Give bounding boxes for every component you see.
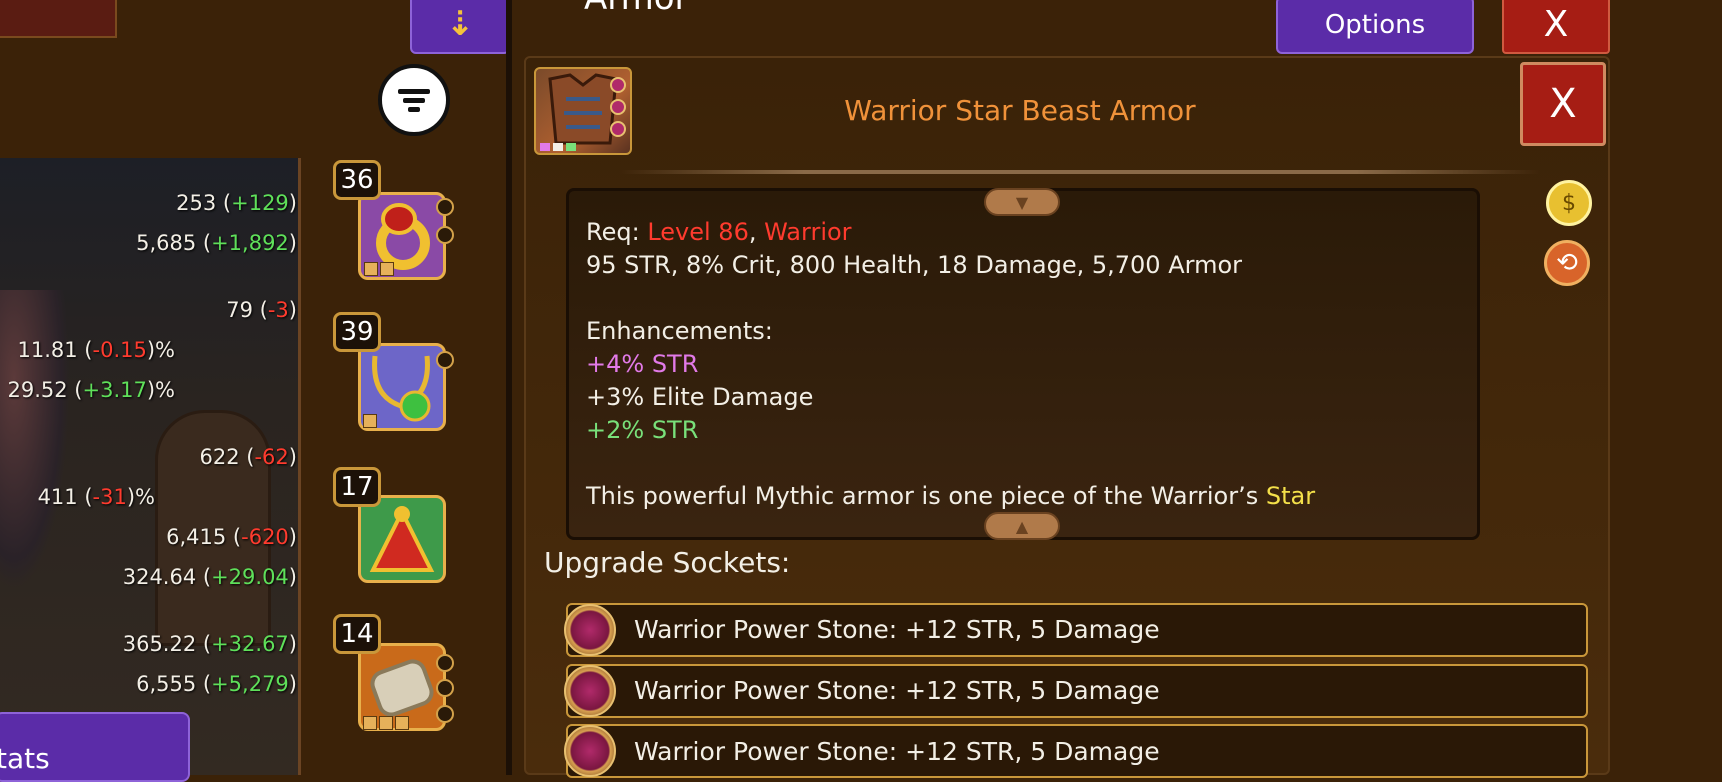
close-screen-button[interactable]: X bbox=[1502, 0, 1610, 54]
socket-label: Warrior Power Stone: +12 STR, 5 Damage bbox=[634, 676, 1160, 705]
socket-label: Warrior Power Stone: +12 STR, 5 Damage bbox=[634, 737, 1160, 766]
quality-pip bbox=[364, 262, 378, 276]
socket-label: Warrior Power Stone: +12 STR, 5 Damage bbox=[634, 615, 1160, 644]
stat-row: 79 (-3) bbox=[226, 298, 297, 322]
base-stats-line: 95 STR, 8% Crit, 800 Health, 18 Damage, … bbox=[586, 251, 1242, 279]
stat-row: 622 (-62) bbox=[199, 445, 297, 469]
enhancement-line: +2% STR bbox=[586, 416, 699, 444]
flavor-text: This powerful Mythic armor is one piece … bbox=[586, 482, 1316, 510]
sort-button[interactable]: ⇣ bbox=[410, 0, 510, 54]
trinket-icon bbox=[369, 506, 435, 572]
panel-divider bbox=[506, 0, 512, 775]
stat-row: 253 (+129) bbox=[176, 191, 297, 215]
enhancements-heading: Enhancements: bbox=[586, 317, 773, 345]
stat-row: 29.52 (+3.17)% bbox=[7, 378, 175, 402]
stat-row: 324.64 (+29.04) bbox=[122, 565, 297, 589]
stat-row: 365.22 (+32.67) bbox=[122, 632, 297, 656]
power-stone-icon bbox=[564, 604, 616, 656]
stats-button[interactable]: tats bbox=[0, 712, 190, 782]
socket-dot bbox=[436, 654, 454, 672]
quality-pip bbox=[363, 716, 377, 730]
close-popup-button[interactable]: X bbox=[1520, 62, 1606, 146]
screen-title: Armor bbox=[584, 0, 689, 18]
sell-gold-icon[interactable]: $ bbox=[1546, 180, 1592, 226]
stat-row: 6,415 (-620) bbox=[166, 525, 297, 549]
chevron-down-icon: ▼ bbox=[1015, 192, 1029, 212]
socket-dot bbox=[436, 705, 454, 723]
power-stone-icon bbox=[564, 665, 616, 717]
stat-row: 11.81 (-0.15)% bbox=[17, 338, 176, 362]
scroll-down-button[interactable]: ▲ bbox=[984, 512, 1060, 540]
slot-level-badge: 14 bbox=[333, 614, 381, 654]
socket-dot bbox=[436, 226, 454, 244]
quality-pip bbox=[379, 716, 393, 730]
sort-arrow-icon: ⇣ bbox=[445, 4, 475, 44]
armor-item-icon bbox=[534, 67, 632, 155]
quality-pip bbox=[395, 716, 409, 730]
scroll-up-button[interactable]: ▼ bbox=[984, 188, 1060, 216]
item-title: Warrior Star Beast Armor bbox=[844, 94, 1196, 127]
filter-icon bbox=[398, 89, 430, 112]
filter-button[interactable] bbox=[378, 64, 450, 136]
enhancement-line: +3% Elite Damage bbox=[586, 383, 814, 411]
slot-level-badge: 36 bbox=[333, 160, 381, 200]
quality-pip bbox=[380, 262, 394, 276]
character-model bbox=[0, 290, 70, 590]
slot-level-badge: 17 bbox=[333, 467, 381, 507]
top-left-bar bbox=[0, 0, 117, 38]
requirement-line: Req: Level 86, Warrior bbox=[586, 218, 852, 246]
socket-dot bbox=[436, 198, 454, 216]
quality-pip bbox=[363, 414, 377, 428]
socket-dot bbox=[436, 679, 454, 697]
power-stone-icon bbox=[564, 725, 616, 777]
item-description: Req: Level 86, Warrior 95 STR, 8% Crit, … bbox=[586, 216, 1466, 513]
upgrade-sockets-title: Upgrade Sockets: bbox=[544, 546, 791, 579]
socket-dot bbox=[436, 351, 454, 369]
swap-icon[interactable]: ⟲ bbox=[1544, 240, 1590, 286]
chevron-up-icon: ▲ bbox=[1015, 516, 1029, 536]
slot-level-badge: 39 bbox=[333, 312, 381, 352]
options-button[interactable]: Options bbox=[1276, 0, 1474, 54]
stat-row: 6,555 (+5,279) bbox=[136, 672, 297, 696]
title-divider bbox=[620, 170, 1540, 174]
stat-row: 5,685 (+1,892) bbox=[136, 231, 297, 255]
equipment-slot-trinket[interactable] bbox=[358, 495, 446, 583]
enhancement-line: +4% STR bbox=[586, 350, 699, 378]
stat-row: 411 (-31)% bbox=[37, 485, 155, 509]
chest-armor-icon bbox=[540, 73, 626, 151]
